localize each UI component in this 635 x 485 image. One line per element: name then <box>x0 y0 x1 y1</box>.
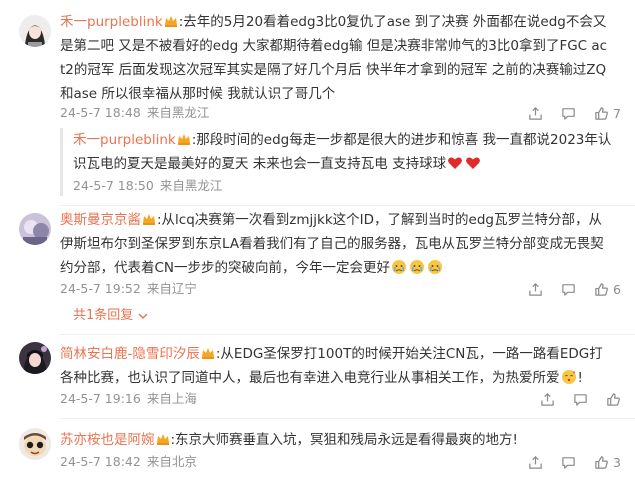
crying-face-icon <box>427 259 443 275</box>
comment-meta: 24-5-7 19:52 来自辽宁 <box>60 280 197 298</box>
comment-body: 苏亦桉也是阿婉 :东京大师赛垂直入坑，冥狙和残局永远是看得最爽的地方! <box>60 428 612 452</box>
share-icon <box>529 106 542 120</box>
comment-text-end: ! <box>577 370 583 386</box>
more-replies-label: 共1条回复 <box>73 308 134 323</box>
kissing-face-icon <box>561 369 577 385</box>
username-link[interactable]: 禾一purpleblink <box>73 132 176 148</box>
avatar-image <box>19 342 51 374</box>
comment-button[interactable] <box>561 106 576 121</box>
red-heart-icon <box>447 155 463 171</box>
crying-face-icon <box>409 259 425 275</box>
timestamp: 24-5-7 19:52 <box>60 281 141 296</box>
comment-body: 奥斯曼京京酱:从lcq决赛第一次看到zmjjkk这个ID，了解到当时的edg瓦罗… <box>60 208 612 280</box>
timestamp: 24-5-7 18:50 <box>73 178 154 193</box>
comment-meta: 24-5-7 18:48 来自黑龙江 <box>60 104 209 122</box>
share-icon <box>541 392 554 406</box>
reply-meta: 24-5-7 18:50 来自黑龙江 <box>73 177 222 195</box>
view-more-replies-link[interactable]: 共1条回复 <box>73 307 148 325</box>
fan-crown-badge-icon <box>164 15 178 27</box>
fan-crown-badge-icon <box>177 133 191 145</box>
comment-body: 禾一purpleblink:去年的5月20看着edg3比0复仇了ase 到了决赛… <box>60 10 612 106</box>
like-icon <box>595 282 608 296</box>
location: 来自黑龙江 <box>146 105 210 120</box>
comment-body: 简林安白鹿-隐雪印汐辰:从EDG圣保罗打100T的时候开始关注CN瓦，一路一路看… <box>60 342 612 390</box>
like-count: 3 <box>613 454 621 470</box>
avatar[interactable] <box>19 213 51 245</box>
like-icon <box>595 455 608 469</box>
comment-meta: 24-5-7 18:42 来自北京 <box>60 453 197 471</box>
timestamp: 24-5-7 18:42 <box>60 454 141 469</box>
comment-icon <box>574 393 587 406</box>
fan-crown-badge-icon <box>156 433 170 445</box>
comment-button[interactable] <box>561 455 576 470</box>
location: 来自上海 <box>146 391 197 406</box>
comment-actions: 7 <box>510 104 621 122</box>
avatar-image <box>19 428 51 460</box>
timestamp: 24-5-7 18:48 <box>60 105 141 120</box>
divider <box>60 418 635 419</box>
divider <box>60 334 635 335</box>
reply-body: 禾一purpleblink:那段时间的edg每走一步都是很大的进步和惊喜 我一直… <box>73 128 621 176</box>
like-button[interactable]: 6 <box>594 282 621 297</box>
comment-icon <box>562 283 575 296</box>
divider <box>60 205 635 206</box>
avatar[interactable] <box>19 428 51 460</box>
chevron-down-icon <box>138 313 148 319</box>
location: 来自辽宁 <box>146 281 197 296</box>
avatar[interactable] <box>19 15 51 47</box>
location: 来自北京 <box>146 454 197 469</box>
like-count: 6 <box>613 281 621 297</box>
share-button[interactable] <box>528 455 543 470</box>
fan-crown-badge-icon <box>142 213 156 225</box>
share-button[interactable] <box>528 106 543 121</box>
username-link[interactable]: 禾一purpleblink <box>60 14 163 30</box>
comment-icon <box>562 456 575 469</box>
like-button[interactable] <box>606 392 621 407</box>
comment-meta: 24-5-7 19:16 来自上海 <box>60 390 197 408</box>
avatar-image <box>19 213 51 245</box>
comment-button[interactable] <box>561 282 576 297</box>
fan-crown-badge-icon <box>201 347 215 359</box>
username-link[interactable]: 苏亦桉也是阿婉 <box>60 432 155 448</box>
crying-face-icon <box>391 259 407 275</box>
like-icon <box>607 392 620 406</box>
reply-indent-bar <box>60 128 63 196</box>
share-button[interactable] <box>528 282 543 297</box>
share-icon <box>529 455 542 469</box>
share-button[interactable] <box>540 392 555 407</box>
timestamp: 24-5-7 19:16 <box>60 391 141 406</box>
like-button[interactable]: 7 <box>594 106 621 121</box>
comment-actions: 6 <box>510 280 621 298</box>
like-icon <box>595 106 608 120</box>
like-button[interactable]: 3 <box>594 455 621 470</box>
comment-actions <box>522 390 621 408</box>
comment-text: :东京大师赛垂直入坑，冥狙和残局永远是看得最爽的地方! <box>170 432 518 448</box>
location: 来自黑龙江 <box>159 178 223 193</box>
share-icon <box>529 282 542 296</box>
username-link[interactable]: 奥斯曼京京酱 <box>60 212 141 228</box>
username-link[interactable]: 简林安白鹿-隐雪印汐辰 <box>60 346 200 362</box>
avatar[interactable] <box>19 342 51 374</box>
red-heart-icon <box>465 155 481 171</box>
comment-button[interactable] <box>573 392 588 407</box>
comment-icon <box>562 107 575 120</box>
comment-actions: 3 <box>510 453 621 471</box>
like-count: 7 <box>613 105 621 121</box>
avatar-image <box>19 15 51 47</box>
